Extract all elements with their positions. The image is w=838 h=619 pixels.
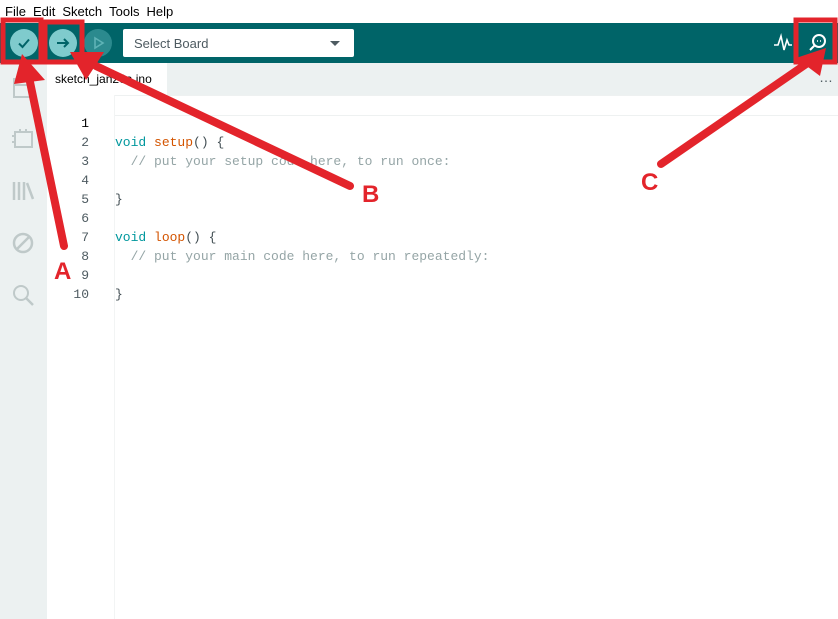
code-line: 1 void setup() { xyxy=(47,95,224,150)
upload-button[interactable] xyxy=(49,29,77,57)
toolbar: Select Board xyxy=(0,23,838,63)
annotation-label-a: A xyxy=(54,258,72,285)
sidebar-item-library-manager[interactable] xyxy=(10,178,36,204)
arrow-right-icon xyxy=(57,38,70,48)
sidebar-item-sketchbook[interactable] xyxy=(10,75,36,101)
code-line: 8 xyxy=(47,228,89,264)
tab-label: sketch_jan26a.ino xyxy=(55,72,152,86)
code-text: () { xyxy=(193,135,225,150)
debug-icon xyxy=(12,232,34,254)
serial-plotter-button[interactable] xyxy=(772,32,794,54)
menu-file[interactable]: File xyxy=(5,4,26,19)
sidebar-item-search[interactable] xyxy=(10,282,36,308)
keyword: void xyxy=(115,230,147,245)
debug-button[interactable] xyxy=(84,29,112,57)
library-manager-icon xyxy=(12,182,35,200)
code-comment: // put your setup code here, to run once… xyxy=(115,154,451,169)
boards-manager-icon xyxy=(12,129,33,148)
code-line: 3 xyxy=(47,133,89,169)
tab-sketch[interactable]: sketch_jan26a.ino xyxy=(47,63,167,95)
more-icon[interactable]: … xyxy=(819,69,834,85)
function-name: loop xyxy=(154,230,186,245)
menu-sketch[interactable]: Sketch xyxy=(62,4,102,19)
chevron-down-icon xyxy=(330,41,340,46)
menu-tools[interactable]: Tools xyxy=(109,4,139,19)
code-text: } xyxy=(115,287,123,302)
tab-strip: sketch_jan26a.ino … xyxy=(47,63,838,95)
code-line: 4 } xyxy=(47,152,123,207)
annotation-label-b: B xyxy=(362,181,380,208)
sketchbook-icon xyxy=(13,78,33,98)
keyword: void xyxy=(115,135,147,150)
sidebar-item-boards-manager[interactable] xyxy=(10,126,36,152)
code-line: 6 void loop() { xyxy=(47,190,216,245)
verify-button[interactable] xyxy=(10,29,38,57)
code-comment: // put your main code here, to run repea… xyxy=(115,249,490,264)
menu-edit[interactable]: Edit xyxy=(33,4,55,19)
annotation-label-c: C xyxy=(641,169,659,196)
play-icon xyxy=(94,36,105,50)
code-text: } xyxy=(115,192,123,207)
gutter-divider xyxy=(114,95,115,619)
code-line: 5 xyxy=(47,171,89,207)
code-line: 7 // put your main code here, to run rep… xyxy=(47,209,489,264)
board-select[interactable]: Select Board xyxy=(123,29,354,57)
menu-help[interactable]: Help xyxy=(146,4,173,19)
current-line-highlight xyxy=(115,95,838,116)
sidebar xyxy=(0,63,47,619)
code-editor[interactable]: 1 void setup() { 2 // put your setup cod… xyxy=(47,95,838,619)
line-number: 10 xyxy=(73,287,89,302)
function-name: setup xyxy=(154,135,194,150)
sidebar-item-debug[interactable] xyxy=(10,230,36,256)
code-text: () { xyxy=(185,230,217,245)
magnifier-icon xyxy=(809,34,826,51)
board-select-label: Select Board xyxy=(134,35,209,51)
code-line: 2 // put your setup code here, to run on… xyxy=(47,114,450,169)
check-icon xyxy=(18,38,30,49)
menu-bar: File Edit Sketch Tools Help xyxy=(0,0,838,23)
search-icon xyxy=(13,285,34,306)
serial-monitor-button[interactable] xyxy=(806,31,830,55)
plotter-icon xyxy=(774,32,792,51)
